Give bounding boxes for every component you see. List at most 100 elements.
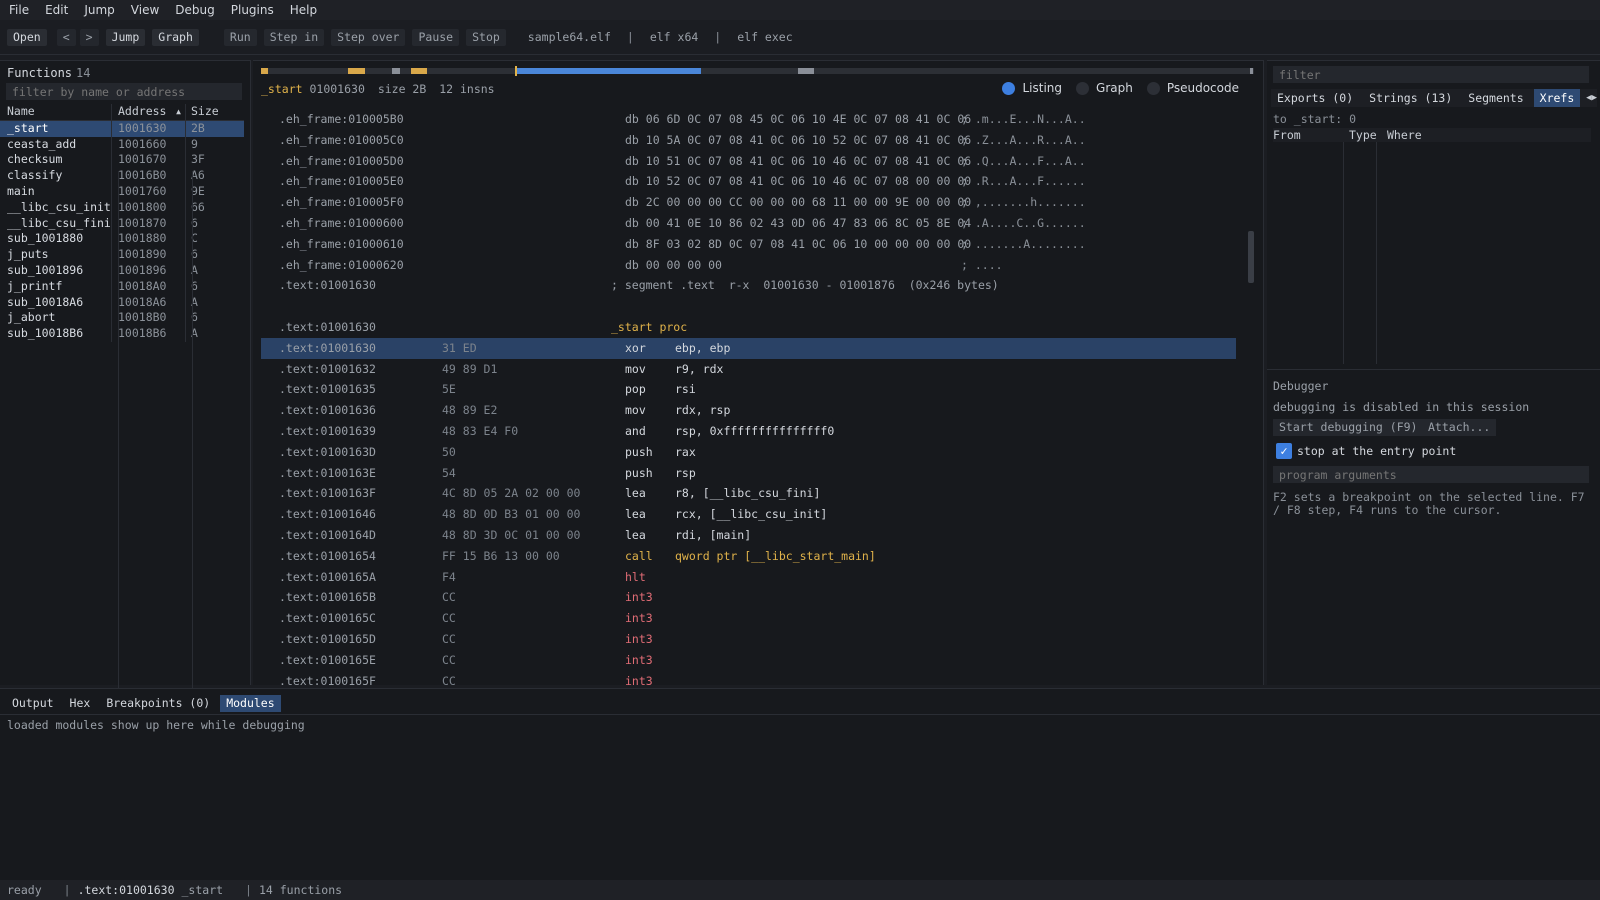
function-filter-input[interactable] [6,83,242,100]
listing-line[interactable]: .text:01001636 48 89 E2 mov rdx, rsp [261,400,1236,421]
run-button[interactable]: Run [223,28,257,46]
menu-file[interactable]: File [0,3,36,17]
line-address: .text:01001639 [279,423,376,438]
listing-line[interactable]: .eh_frame:010005C0 db 10 5A 0C 07 08 41 0… [261,130,1236,151]
pseudocode-radio[interactable] [1146,81,1160,95]
function-row[interactable]: sub_10018B6 10018B6 A [0,326,244,342]
listing-label[interactable]: Listing [1022,81,1062,95]
function-row[interactable]: j_abort 10018B0 6 [0,310,244,327]
listing-line[interactable]: .text:01001632 49 89 D1 mov r9, rdx [261,359,1236,380]
listing-line[interactable]: .eh_frame:01000610 db 8F 03 02 8D 0C 07 0… [261,234,1236,255]
tab-scroll-arrows[interactable]: ◀▶ [1586,93,1597,103]
xref-column-type[interactable]: Type [1347,128,1385,142]
status-separator: | [245,883,252,897]
back-button[interactable]: < [56,28,76,46]
listing-line[interactable]: .text:0100164D 48 8D 3D 0C 01 00 00 lea rdi… [261,525,1236,546]
function-row[interactable]: classify 10016B0 A6 [0,168,244,184]
data-bytes: db 8F 03 02 8D 0C 07 08 41 0C 06 10 00 0… [625,236,972,251]
status-function-count: 14 functions [258,883,343,897]
listing-line[interactable]: .text:01001639 48 83 E4 F0 and rsp, 0xfffff… [261,421,1236,442]
tab-xrefs[interactable]: Xrefs [1533,89,1581,107]
step-over-button[interactable]: Step over [331,28,406,46]
listing-line[interactable]: .text:0100165F CC int3 [261,671,1236,685]
tab-strings[interactable]: Strings (13) [1363,89,1458,107]
program-arguments-input[interactable] [1273,466,1589,483]
listing-line[interactable]: .text:01001646 48 8D 0D B3 01 00 00 lea rcx… [261,504,1236,525]
menu-view[interactable]: View [122,3,166,17]
listing-line[interactable]: .text:0100163D 50 push rax [261,442,1236,463]
function-row[interactable]: sub_1001880 1001880 C [0,231,244,248]
jump-button[interactable]: Jump [105,28,146,46]
function-row[interactable]: sub_10018A6 10018A6 A [0,294,244,311]
attach-button[interactable]: Attach... [1422,419,1497,436]
listing-line[interactable] [261,296,1236,317]
forward-button[interactable]: > [79,28,99,46]
tab-breakpoints[interactable]: Breakpoints (0) [100,695,216,712]
xref-column-where[interactable]: Where [1385,128,1422,142]
listing-line[interactable]: .text:01001635 5E pop rsi [261,379,1236,400]
start-debugging-button[interactable]: Start debugging (F9) [1273,419,1424,436]
listing-line[interactable]: .text:01001630 31 ED xor ebp, ebp [261,337,1236,359]
column-name-header[interactable]: Name [0,104,112,120]
navigation-band[interactable] [261,66,1254,76]
xrefs-filter-input[interactable] [1273,66,1589,83]
tab-segments[interactable]: Segments [1462,89,1529,107]
listing-line[interactable]: .text:0100165A F4 hlt [261,567,1236,588]
tab-scroll-right-icon[interactable]: ▶ [1592,93,1597,103]
pause-button[interactable]: Pause [412,28,460,46]
listing-line[interactable]: .text:0100163F 4C 8D 05 2A 02 00 00 lea r8,… [261,483,1236,504]
listing-line[interactable]: .text:01001630 ; segment .text r-x 010016… [261,275,1236,296]
function-row[interactable]: _start 1001630 2B [0,120,244,137]
listing-line[interactable]: .text:0100165D CC int3 [261,629,1236,650]
menu-edit[interactable]: Edit [36,3,75,17]
function-row[interactable]: __libc_csu_init 1001800 66 [0,199,244,216]
stop-at-entry-label[interactable]: stop at the entry point [1297,444,1456,458]
function-row[interactable]: __libc_csu_fini 1001870 6 [0,215,244,232]
pseudocode-label[interactable]: Pseudocode [1167,81,1239,95]
listing-line[interactable]: .text:0100163E 54 push rsp [261,463,1236,484]
listing-line[interactable]: .text:0100165C CC int3 [261,608,1236,629]
function-row[interactable]: sub_1001896 1001896 A [0,262,244,279]
listing-line[interactable]: .eh_frame:010005F0 db 2C 00 00 00 CC 00 0… [261,192,1236,213]
step-in-button[interactable]: Step in [263,28,325,46]
tab-hex[interactable]: Hex [64,695,97,712]
menu-jump[interactable]: Jump [75,3,121,17]
column-divider [192,171,193,745]
menu-help[interactable]: Help [281,3,324,17]
listing-line[interactable]: .eh_frame:010005B0 db 06 6D 0C 07 08 45 0… [261,109,1236,130]
function-row[interactable]: checksum 1001670 3F [0,152,244,169]
column-address-header[interactable]: Address ▲ [112,104,186,120]
function-row[interactable]: j_puts 1001890 6 [0,247,244,263]
listing-radio[interactable] [1002,81,1016,95]
listing-line[interactable]: .text:01001654 FF 15 B6 13 00 00 call qword… [261,546,1236,567]
listing-line[interactable]: .text:01001630 _start proc [261,317,1236,338]
toolbar: Open < > Jump Graph Run Step in Step ove… [0,20,1600,55]
listing-line[interactable]: .eh_frame:010005E0 db 10 52 0C 07 08 41 0… [261,171,1236,192]
instruction-bytes: 48 8D 0D B3 01 00 00 [442,507,581,522]
column-size-header[interactable]: Size [186,104,244,120]
tab-modules[interactable]: Modules [220,695,281,712]
line-address: .eh_frame:010005B0 [279,112,404,126]
graph-label[interactable]: Graph [1096,81,1133,95]
function-row[interactable]: main 1001760 9E [0,183,244,200]
disassembly-listing[interactable]: .eh_frame:010005B0 db 06 6D 0C 07 08 45 0… [261,109,1236,685]
graph-button[interactable]: Graph [152,28,199,46]
function-row[interactable]: ceasta_add 1001660 9 [0,136,244,153]
listing-scrollbar[interactable] [1248,231,1254,283]
stop-button[interactable]: Stop [466,28,506,46]
menu-debug[interactable]: Debug [166,3,221,17]
listing-line[interactable]: .text:0100165E CC int3 [261,650,1236,671]
listing-line[interactable]: .eh_frame:01000600 db 00 41 0E 10 86 02 4… [261,213,1236,234]
open-button[interactable]: Open [7,28,47,46]
listing-line[interactable]: .eh_frame:01000620 db 00 00 00 00 ; .... [261,255,1236,276]
tab-exports[interactable]: Exports (0) [1271,89,1359,107]
graph-radio[interactable] [1076,81,1090,95]
listing-line[interactable]: .eh_frame:010005D0 db 10 51 0C 07 08 41 0… [261,151,1236,172]
listing-line[interactable]: .text:0100165B CC int3 [261,587,1236,608]
stop-at-entry-checkbox[interactable]: ✓ [1276,443,1292,459]
tab-output[interactable]: Output [6,695,60,712]
line-address: .text:0100165C [279,611,376,626]
menu-plugins[interactable]: Plugins [222,3,281,17]
function-row[interactable]: j_printf 10018A0 6 [0,278,244,295]
xref-column-from[interactable]: From [1273,128,1347,142]
